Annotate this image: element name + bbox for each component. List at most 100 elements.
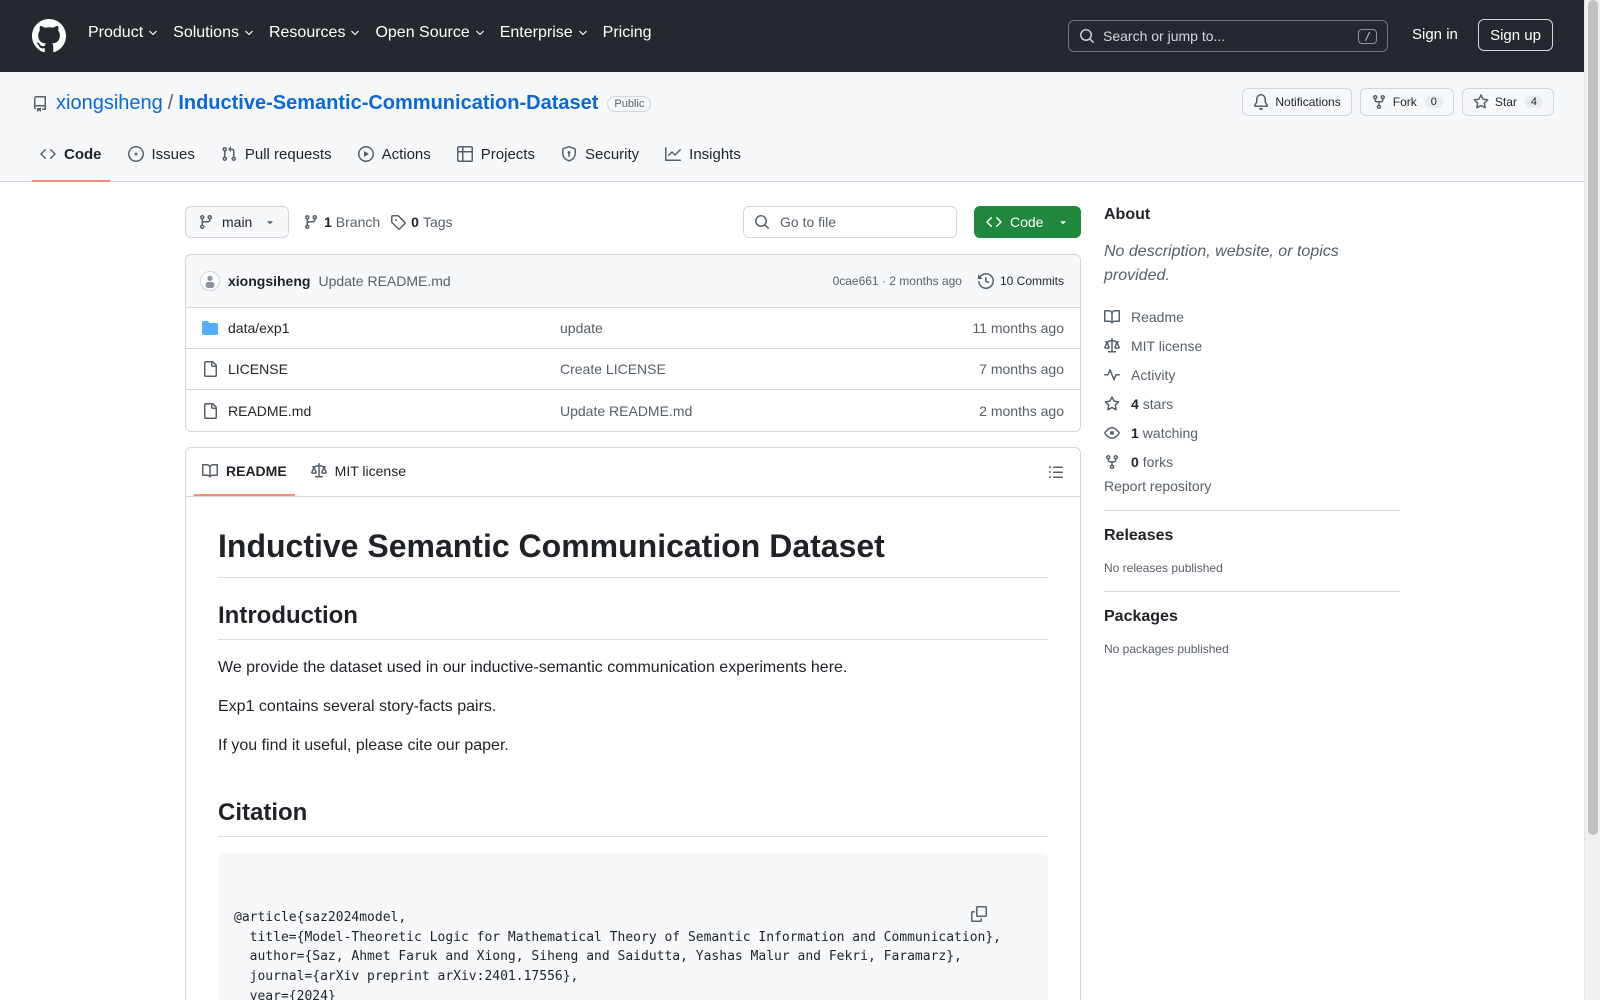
github-logo-icon[interactable] xyxy=(32,19,66,53)
activity-link[interactable]: Activity xyxy=(1104,360,1400,389)
repo-owner-link[interactable]: xiongsiheng xyxy=(56,92,163,115)
repo-name-link[interactable]: Inductive-Semantic-Communication-Dataset xyxy=(178,92,598,115)
table-row[interactable]: data/exp1 update 11 months ago xyxy=(186,308,1080,349)
repo-icon xyxy=(34,95,46,112)
repo-actions: Notifications Fork 0 Star 4 xyxy=(1242,88,1554,116)
go-to-file-input[interactable]: Go to file xyxy=(743,206,957,238)
file-icon xyxy=(202,402,220,419)
vertical-scrollbar[interactable] xyxy=(1584,0,1600,1000)
stars-link[interactable]: 4 stars xyxy=(1104,389,1400,418)
nav-enterprise[interactable]: Enterprise xyxy=(500,24,589,42)
avatar[interactable] xyxy=(200,271,220,291)
sign-up-button[interactable]: Sign up xyxy=(1478,19,1553,51)
divider xyxy=(1104,510,1400,511)
tab-license[interactable]: MIT license xyxy=(303,448,414,496)
tags-link[interactable]: 0 Tags xyxy=(390,214,453,230)
nav-pricing[interactable]: Pricing xyxy=(603,24,652,42)
branch-bar: main 1 Branch 0 Tags Go to file Code xyxy=(185,206,1081,238)
file-date: 11 months ago xyxy=(972,320,1064,336)
repo-sidebar: About No description, website, or topics… xyxy=(1104,206,1400,656)
copy-icon[interactable] xyxy=(971,867,1034,961)
commits-count: 10 Commits xyxy=(999,274,1064,288)
code-icon xyxy=(40,148,56,160)
license-link[interactable]: MIT license xyxy=(1104,331,1400,360)
chevron-down-icon xyxy=(245,30,253,36)
caret-down-icon xyxy=(267,221,273,225)
repo-header: xiongsiheng / Inductive-Semantic-Communi… xyxy=(0,72,1584,182)
sign-in-link[interactable]: Sign in xyxy=(1412,26,1458,43)
watching-link[interactable]: 1 watching xyxy=(1104,418,1400,447)
nav-solutions[interactable]: Solutions xyxy=(173,24,255,42)
commit-sha-date[interactable]: 0cae661 · 2 months ago xyxy=(833,274,962,288)
tab-projects[interactable]: Projects xyxy=(449,140,543,182)
file-commit-message[interactable]: Create LICENSE xyxy=(560,361,979,377)
fork-counter: 0 xyxy=(1424,96,1443,108)
branch-select-button[interactable]: main xyxy=(185,206,289,238)
report-repository-link[interactable]: Report repository xyxy=(1104,478,1400,494)
tab-code[interactable]: Code xyxy=(32,140,110,182)
tab-readme[interactable]: README xyxy=(194,448,295,496)
outline-list-icon[interactable] xyxy=(1048,464,1064,480)
shield-icon xyxy=(561,146,576,162)
scrollbar-thumb[interactable] xyxy=(1588,0,1598,835)
tab-pull-requests[interactable]: Pull requests xyxy=(213,140,340,182)
readme-panel: README MIT license Inductive Semantic Co… xyxy=(185,447,1081,1000)
commits-link[interactable]: 10 Commits xyxy=(977,273,1064,289)
nav-resources[interactable]: Resources xyxy=(269,24,361,42)
branch-count: 1 xyxy=(324,214,332,230)
file-commit-message[interactable]: Update README.md xyxy=(560,403,979,419)
forks-link[interactable]: 0 forks xyxy=(1104,447,1400,476)
eye-icon xyxy=(1104,426,1120,439)
branches-link[interactable]: 1 Branch xyxy=(303,214,380,230)
search-icon xyxy=(755,215,769,229)
readme-tabs: README MIT license xyxy=(186,448,1080,497)
file-name[interactable]: data/exp1 xyxy=(228,320,560,336)
table-row[interactable]: README.md Update README.md 2 months ago xyxy=(186,390,1080,431)
fork-icon xyxy=(1372,95,1385,110)
commit-author[interactable]: xiongsiheng xyxy=(228,273,310,289)
packages-heading[interactable]: Packages xyxy=(1104,608,1400,626)
branch-label: Branch xyxy=(335,214,381,230)
caret-down-icon xyxy=(1060,221,1066,225)
pull-request-icon xyxy=(222,146,236,162)
branch-icon xyxy=(199,215,212,230)
nav-open-source[interactable]: Open Source xyxy=(375,24,485,42)
commit-message[interactable]: Update README.md xyxy=(318,273,832,289)
fork-button[interactable]: Fork 0 xyxy=(1359,88,1454,116)
code-dropdown-button[interactable]: Code xyxy=(974,206,1081,238)
notifications-label: Notifications xyxy=(1275,95,1341,109)
file-list: xiongsiheng Update README.md 0cae661 · 2… xyxy=(185,254,1081,432)
fork-icon xyxy=(1106,454,1118,469)
tab-insights[interactable]: Insights xyxy=(657,140,749,182)
issue-icon xyxy=(127,146,144,162)
file-name[interactable]: LICENSE xyxy=(228,361,560,377)
forks-count: 0 xyxy=(1131,453,1139,470)
table-icon xyxy=(456,146,473,162)
law-icon xyxy=(310,463,327,478)
branch-name: main xyxy=(222,214,253,230)
tab-actions[interactable]: Actions xyxy=(350,140,439,182)
tab-issues[interactable]: Issues xyxy=(120,140,203,182)
search-input[interactable]: Search or jump to... / xyxy=(1068,20,1388,52)
readme-link[interactable]: Readme xyxy=(1104,302,1400,331)
about-heading: About xyxy=(1104,206,1151,223)
top-nav: Product Solutions Resources Open Source … xyxy=(88,24,666,42)
star-icon xyxy=(1104,395,1120,410)
releases-heading[interactable]: Releases xyxy=(1104,527,1400,545)
repo-tabs: Code Issues Pull requests Actions Projec… xyxy=(32,140,759,182)
table-row[interactable]: LICENSE Create LICENSE 7 months ago xyxy=(186,349,1080,390)
nav-product[interactable]: Product xyxy=(88,24,159,42)
file-icon xyxy=(202,361,220,377)
file-commit-message[interactable]: update xyxy=(560,320,972,336)
notifications-button[interactable]: Notifications xyxy=(1242,88,1352,116)
star-button[interactable]: Star 4 xyxy=(1461,88,1554,116)
tag-count: 0 xyxy=(411,214,419,230)
go-to-file-placeholder: Go to file xyxy=(780,214,837,230)
user-avatar-icon xyxy=(205,275,215,288)
graph-icon xyxy=(665,147,682,161)
file-name[interactable]: README.md xyxy=(228,403,560,419)
citation-code: @article{saz2024model, title={Model-Theo… xyxy=(234,910,1002,1000)
star-label: Star xyxy=(1494,95,1517,109)
tab-security[interactable]: Security xyxy=(553,140,647,182)
search-placeholder: Search or jump to... xyxy=(1103,28,1226,44)
